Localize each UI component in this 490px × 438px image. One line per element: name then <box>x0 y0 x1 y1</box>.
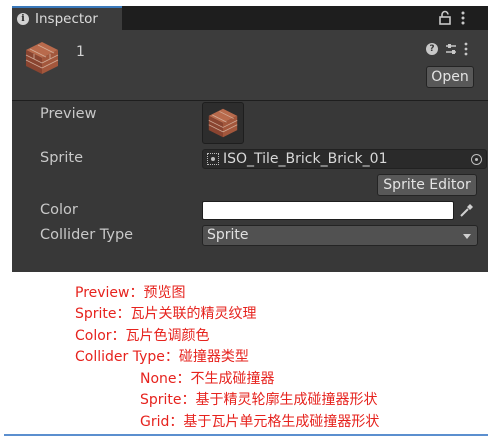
note-none-option: None：不生成碰撞器 <box>140 371 275 387</box>
note-sprite-option: Sprite：基于精灵轮廓生成碰撞器形状 <box>140 392 378 408</box>
note-collider-type: Collider Type：碰撞器类型 <box>75 349 249 365</box>
note-grid-option: Grid：基于瓦片单元格生成碰撞器形状 <box>140 414 380 430</box>
note-sprite: Sprite：瓦片关联的精灵纹理 <box>75 306 257 322</box>
note-preview: Preview：预览图 <box>75 285 186 301</box>
note-color: Color：瓦片色调颜色 <box>75 328 210 344</box>
annotation-notes: Preview：预览图 Sprite：瓦片关联的精灵纹理 Color：瓦片色调颜… <box>0 0 490 438</box>
bottom-rule <box>4 434 488 436</box>
